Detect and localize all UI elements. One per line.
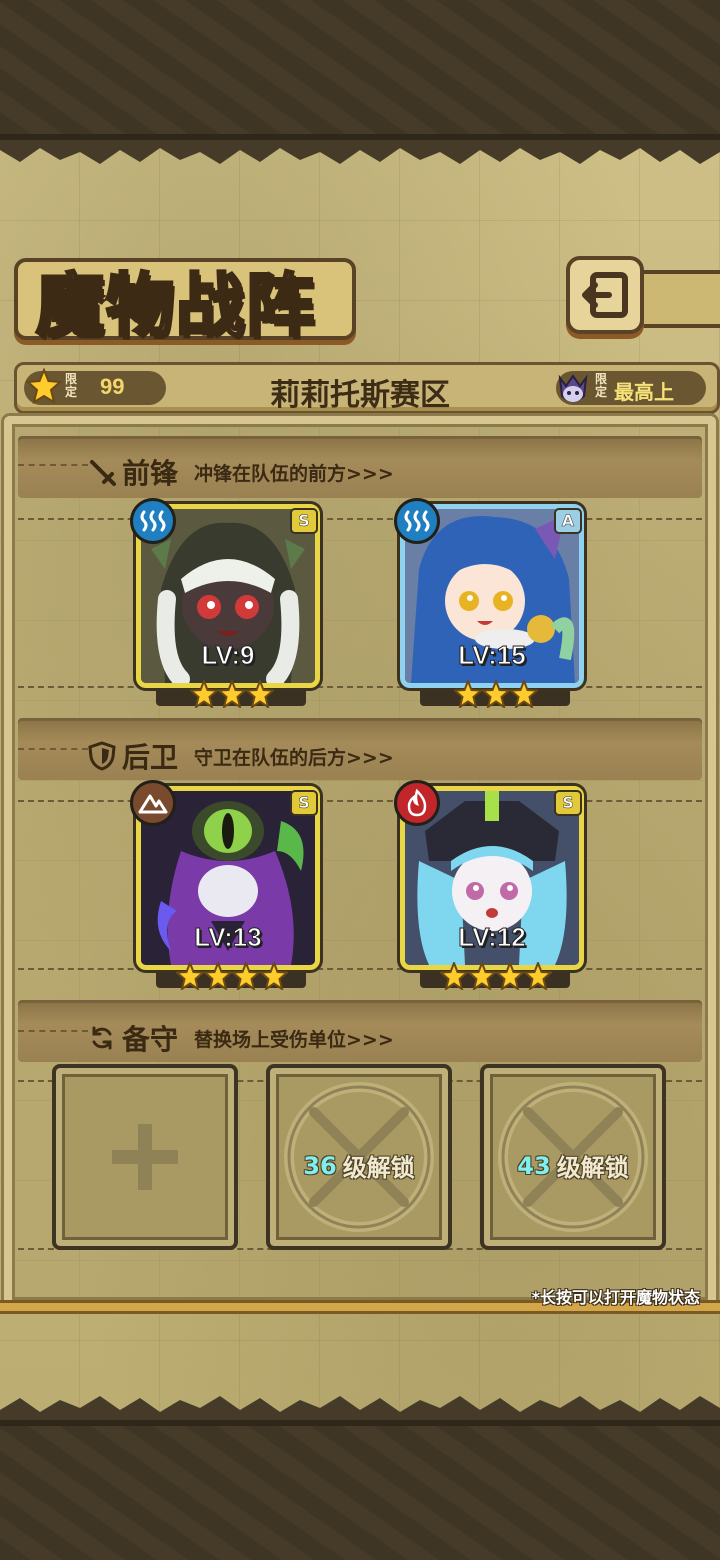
rank-badge: S bbox=[554, 790, 582, 816]
star-icon bbox=[454, 680, 482, 708]
torn-edge-bottom bbox=[0, 1396, 720, 1420]
star-icon bbox=[524, 962, 552, 990]
long-press-hint: *长按可以打开魔物状态 bbox=[531, 1288, 700, 1307]
back-button[interactable] bbox=[566, 256, 644, 334]
star-rating bbox=[440, 962, 552, 990]
back-arrow-icon bbox=[582, 272, 628, 318]
rearguard-title: 后卫 bbox=[122, 741, 179, 774]
monster-face-icon bbox=[558, 374, 588, 402]
earth-element-icon bbox=[130, 780, 176, 826]
star-icon bbox=[232, 962, 260, 990]
fire-element-icon bbox=[394, 780, 440, 826]
region-name: 莉莉托斯赛区 bbox=[270, 378, 450, 413]
swap-icon bbox=[92, 1026, 112, 1050]
unlock-label: 级解锁 bbox=[556, 1154, 629, 1182]
monster-level: LV:15 bbox=[458, 640, 526, 671]
limit-value: 99 bbox=[100, 374, 125, 399]
top-background-band bbox=[0, 0, 720, 140]
star-icon bbox=[218, 680, 246, 708]
divider-line bbox=[18, 800, 702, 802]
reserve-section-title: 备守 替换场上受伤单位>>> bbox=[88, 1018, 394, 1058]
divider-line bbox=[18, 518, 702, 520]
shield-icon bbox=[88, 741, 116, 771]
vanguard-subtitle: 冲锋在队伍的前方>>> bbox=[194, 462, 394, 485]
unlock-label: 级解锁 bbox=[342, 1154, 415, 1182]
star-icon bbox=[190, 680, 218, 708]
star-icon bbox=[510, 680, 538, 708]
monster-level: LV:13 bbox=[194, 922, 262, 953]
star-rating bbox=[454, 680, 538, 708]
star-icon bbox=[26, 368, 62, 405]
unlock-requirement: 36 级解锁 bbox=[270, 1148, 448, 1183]
vanguard-section-title: 前锋 冲锋在队伍的前方>>> bbox=[88, 452, 394, 492]
reserve-subtitle: 替换场上受伤单位>>> bbox=[194, 1028, 394, 1051]
unlock-level: 43 bbox=[517, 1151, 551, 1180]
divider-line bbox=[18, 968, 702, 970]
limit-tag-right: 限定 bbox=[594, 372, 607, 399]
rearguard-section-title: 后卫 守卫在队伍的后方>>> bbox=[88, 736, 394, 776]
torn-edge-top bbox=[0, 140, 720, 164]
limit-tag: 限定 bbox=[64, 372, 77, 399]
water-element-icon bbox=[394, 498, 440, 544]
star-rating bbox=[176, 962, 288, 990]
unlock-level: 36 bbox=[303, 1151, 337, 1180]
rank-badge: S bbox=[290, 508, 318, 534]
rank-badge: S bbox=[290, 790, 318, 816]
reserve-slot-locked[interactable]: 43 级解锁 bbox=[480, 1064, 666, 1250]
rearguard-subtitle: 守卫在队伍的后方>>> bbox=[194, 746, 394, 769]
divider-line bbox=[18, 686, 702, 688]
star-icon bbox=[496, 962, 524, 990]
star-icon bbox=[468, 962, 496, 990]
plus-icon bbox=[112, 1124, 178, 1190]
sword-icon bbox=[90, 460, 116, 486]
reserve-title: 备守 bbox=[122, 1023, 179, 1056]
star-icon bbox=[440, 962, 468, 990]
rank-badge: A bbox=[554, 508, 582, 534]
monster-level: LV:9 bbox=[201, 640, 255, 671]
star-icon bbox=[260, 962, 288, 990]
star-icon bbox=[204, 962, 232, 990]
bottom-background-band bbox=[0, 1420, 720, 1560]
limit-right-text: 最高上 bbox=[614, 380, 674, 402]
star-icon bbox=[246, 680, 274, 708]
water-element-icon bbox=[130, 498, 176, 544]
divider-line bbox=[18, 748, 88, 750]
vanguard-title: 前锋 bbox=[122, 457, 179, 490]
star-rating bbox=[190, 680, 274, 708]
divider-line bbox=[18, 1030, 88, 1032]
star-icon bbox=[482, 680, 510, 708]
reserve-slot-add[interactable] bbox=[52, 1064, 238, 1250]
divider-line bbox=[18, 464, 88, 466]
unlock-requirement: 43 级解锁 bbox=[484, 1148, 662, 1183]
page-title: 魔物战阵 bbox=[34, 265, 317, 348]
monster-level: LV:12 bbox=[458, 922, 526, 953]
reserve-slot-locked[interactable]: 36 级解锁 bbox=[266, 1064, 452, 1250]
back-button-tab bbox=[640, 270, 720, 328]
star-icon bbox=[176, 962, 204, 990]
